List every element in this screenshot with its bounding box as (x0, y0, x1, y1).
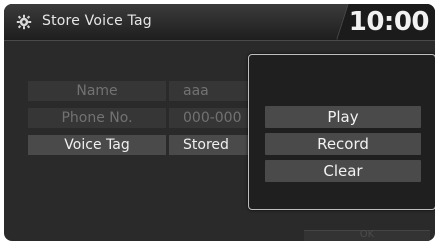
row-name: Name aaa (28, 81, 278, 101)
row-label-name: Name (28, 81, 166, 101)
row-label-phone: Phone No. (28, 108, 166, 128)
ok-button[interactable]: OK (304, 229, 430, 241)
clock: 10:00 (348, 7, 430, 37)
gear-icon (16, 14, 32, 30)
row-phone: Phone No. 000-000 (28, 108, 278, 128)
menu-item-play[interactable]: Play (265, 106, 421, 128)
menu-item-record[interactable]: Record (265, 133, 421, 155)
voice-tag-menu: Play Record Clear (248, 54, 435, 210)
ok-label: OK (359, 229, 375, 240)
screen: Store Voice Tag 10:00 Name aaa Phone No.… (4, 4, 435, 241)
row-label-voice-tag: Voice Tag (28, 135, 166, 155)
page-title: Store Voice Tag (42, 13, 152, 29)
row-voice-tag[interactable]: Voice Tag Stored (28, 135, 278, 155)
title-bar: Store Voice Tag 10:00 (4, 4, 435, 41)
menu-item-clear[interactable]: Clear (265, 160, 421, 182)
